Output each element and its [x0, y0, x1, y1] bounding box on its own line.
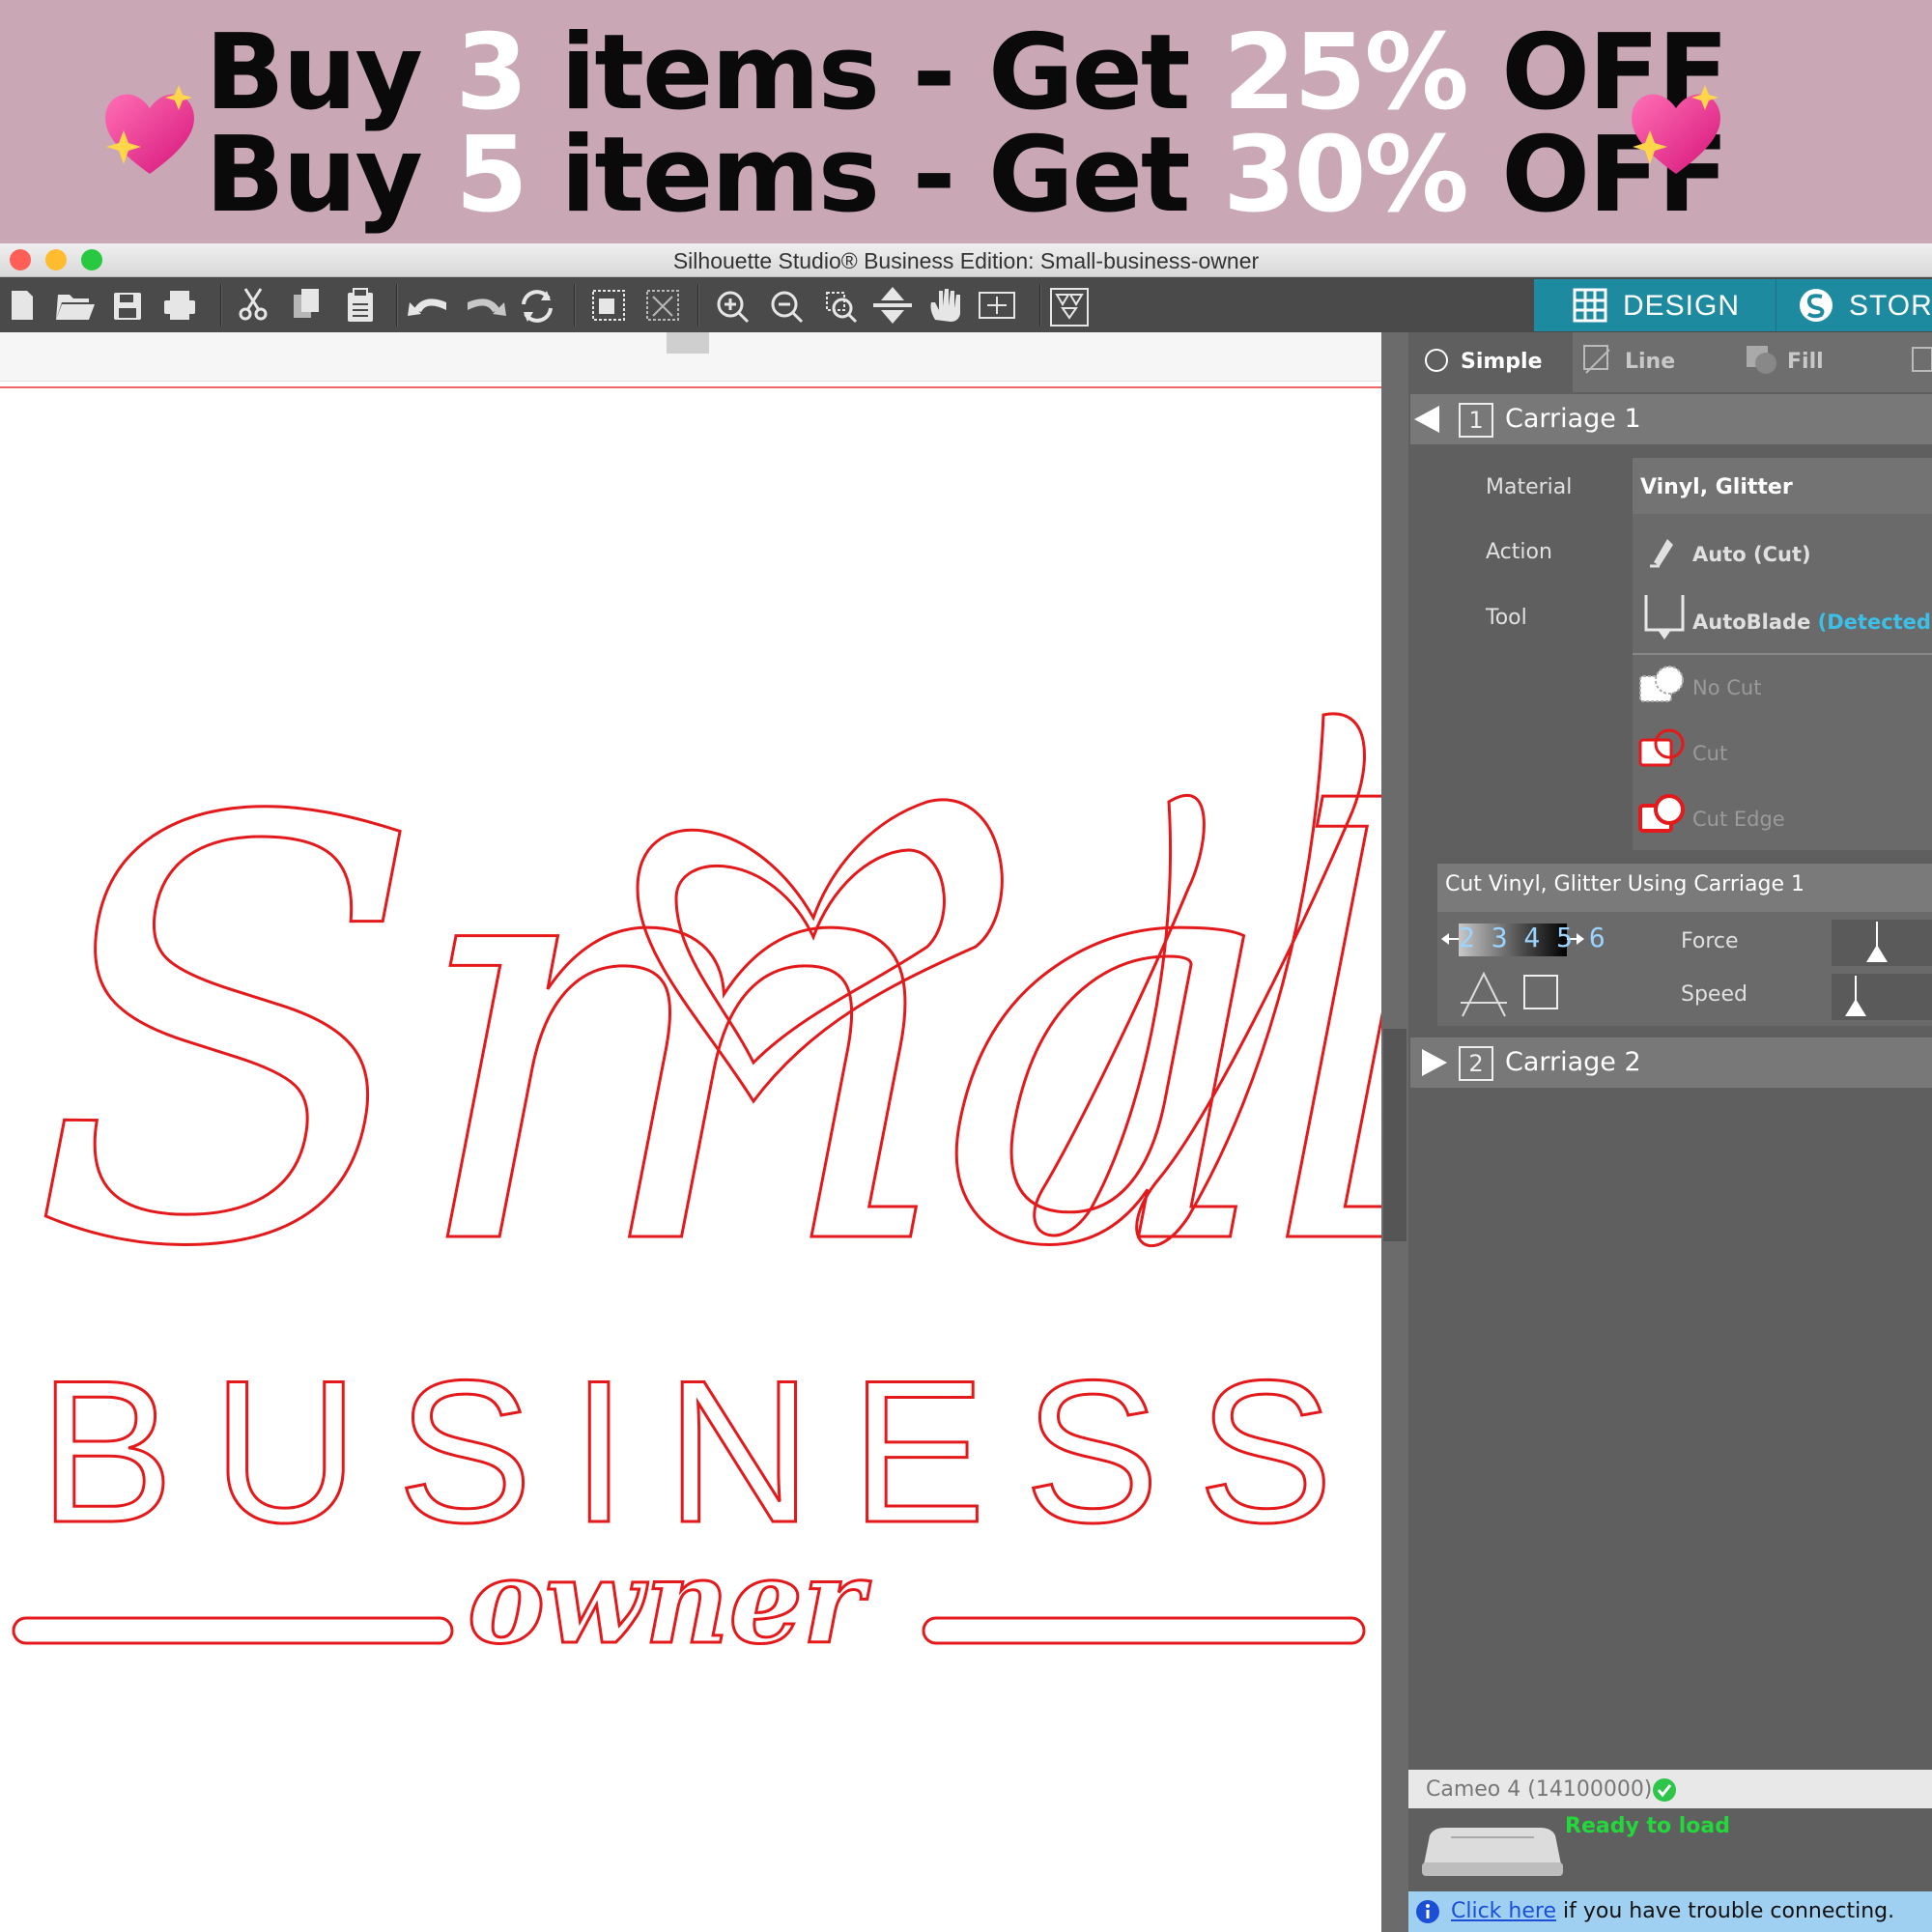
cutting-machine-icon — [1422, 1828, 1563, 1876]
cut-icon — [1638, 728, 1685, 767]
speed-slider-thumb[interactable] — [1841, 974, 1870, 1020]
redo-icon[interactable] — [468, 298, 506, 316]
line-option-cut-edge[interactable]: Cut Edge — [1692, 808, 1785, 831]
design-underline-left — [12, 1616, 454, 1645]
promo-text: Buy — [205, 115, 456, 236]
cut-scissors-icon[interactable] — [239, 288, 268, 321]
line-mode-icon[interactable] — [1580, 342, 1619, 377]
blade-adjust-icon[interactable] — [1459, 970, 1509, 1020]
device-name[interactable]: Cameo 4 (14100000) — [1426, 1777, 1652, 1802]
connected-check-icon — [1653, 1778, 1676, 1802]
cut-edge-icon — [1638, 794, 1685, 833]
force-slider-thumb[interactable] — [1862, 920, 1891, 966]
force-label: Force — [1681, 929, 1739, 953]
auto-cut-icon — [1650, 539, 1673, 568]
settings-divider — [1633, 653, 1932, 655]
speed-label: Speed — [1681, 982, 1747, 1007]
expand-arrow-icon[interactable] — [1418, 1045, 1451, 1080]
trace-icon[interactable] — [1050, 288, 1089, 327]
zoom-in-icon[interactable] — [717, 291, 750, 324]
help-message: Click here if you have trouble connectin… — [1451, 1899, 1894, 1923]
page-tab-handle[interactable] — [667, 332, 709, 354]
new-document-icon[interactable] — [12, 291, 33, 320]
tab-line-label[interactable]: Line — [1625, 350, 1675, 374]
canvas-scrollbar-thumb[interactable] — [1383, 1029, 1406, 1241]
zoom-out-icon[interactable] — [771, 291, 804, 324]
carriage-1-number: 1 — [1459, 403, 1493, 438]
cut-border-line — [0, 386, 1381, 388]
undo-icon[interactable] — [408, 298, 446, 316]
tab-design-label: DESIGN — [1623, 290, 1741, 322]
toolbar-separator — [396, 284, 398, 327]
print-icon[interactable] — [164, 291, 195, 320]
cut-settings-title: Cut Vinyl, Glitter Using Carriage 1 — [1445, 872, 1804, 896]
tab-store-label: STORE — [1849, 290, 1932, 322]
action-value[interactable]: Auto (Cut) — [1692, 543, 1811, 566]
tool-value[interactable]: AutoBlade (Detected) — [1692, 611, 1932, 634]
window-title: Silhouette Studio® Business Edition: Sma… — [672, 248, 1260, 273]
radio-icon[interactable] — [1424, 348, 1449, 373]
toolbar-separator — [220, 284, 222, 327]
copy-icon[interactable] — [294, 289, 319, 318]
no-cut-icon — [1639, 666, 1684, 702]
ungroup-icon[interactable] — [646, 290, 679, 321]
line-option-no-cut[interactable]: No Cut — [1692, 676, 1761, 699]
tool-name: AutoBlade — [1692, 611, 1811, 634]
carriage-2-number: 2 — [1459, 1046, 1493, 1081]
line-option-cut[interactable]: Cut — [1692, 742, 1727, 765]
group-icon[interactable] — [592, 290, 625, 321]
design-artwork[interactable]: Small BUSINESS owner — [0, 638, 1381, 1662]
zoom-fit-icon[interactable] — [979, 292, 1015, 319]
design-word-small: Small — [29, 698, 1381, 1374]
blade-depth-digits: 2 3 4 5 6 — [1459, 922, 1605, 953]
double-cut-checkbox[interactable] — [1522, 974, 1561, 1012]
toolbar-separator — [1039, 284, 1041, 327]
tool-detected-status: (Detected) — [1817, 611, 1932, 634]
help-text: if you have trouble connecting. — [1556, 1899, 1895, 1923]
paste-icon[interactable] — [348, 288, 373, 322]
tab-fill-label[interactable]: Fill — [1787, 350, 1824, 374]
material-value: Vinyl, Glitter — [1640, 475, 1793, 499]
device-ready-status: Ready to load — [1565, 1814, 1730, 1838]
design-word-owner: owner — [468, 1534, 871, 1662]
sparkling-heart-icon — [1632, 85, 1720, 174]
action-label: Action — [1486, 540, 1552, 564]
refresh-icon[interactable] — [522, 290, 553, 323]
fit-to-page-icon[interactable] — [873, 287, 912, 324]
open-folder-icon[interactable] — [56, 295, 95, 320]
grid-icon — [1573, 288, 1607, 323]
save-icon[interactable] — [114, 293, 141, 320]
help-link[interactable]: Click here — [1451, 1899, 1556, 1923]
toolbar-separator — [697, 284, 699, 327]
promo-text: items - Get — [526, 115, 1224, 236]
carriage-2-label: Carriage 2 — [1505, 1047, 1641, 1077]
fill-mode-icon[interactable] — [1743, 342, 1781, 377]
collapse-arrow-icon[interactable] — [1410, 402, 1443, 437]
pan-hand-icon[interactable] — [930, 289, 961, 322]
promo-discount: 30% — [1223, 115, 1469, 236]
autoblade-icon — [1644, 595, 1685, 639]
design-word-business: BUSINESS — [39, 1338, 1333, 1565]
material-label: Material — [1486, 475, 1573, 499]
info-icon — [1416, 1900, 1439, 1923]
toolbar-separator — [574, 284, 576, 327]
toolbar-icons — [12, 287, 1089, 327]
carriage-1-label: Carriage 1 — [1505, 404, 1641, 434]
promo-qty: 5 — [455, 115, 528, 236]
tab-simple-label: Simple — [1461, 350, 1543, 374]
silhouette-logo-icon — [1800, 289, 1833, 322]
zoom-selection-icon[interactable] — [826, 292, 858, 324]
sparkling-heart-icon — [105, 85, 194, 174]
offset-mode-icon[interactable] — [1907, 344, 1932, 375]
design-underline-right — [922, 1616, 1366, 1645]
tool-label: Tool — [1486, 606, 1527, 630]
